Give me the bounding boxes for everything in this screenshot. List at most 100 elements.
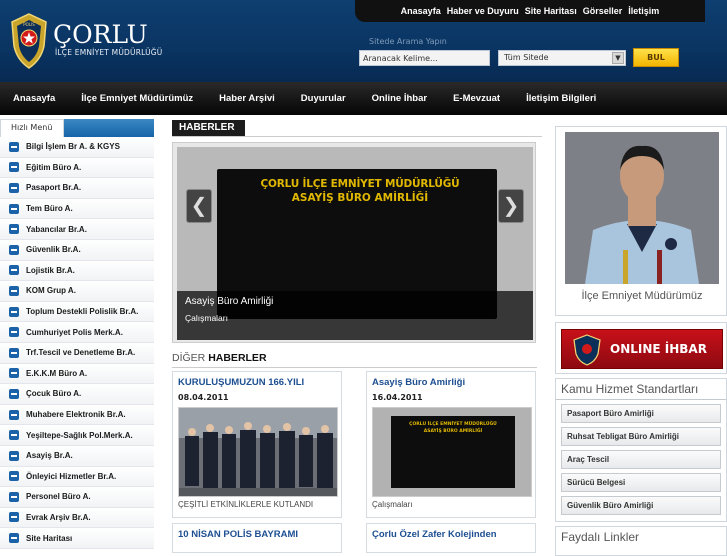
sidebar-item[interactable]: Lojistik Br.A. xyxy=(0,260,154,282)
news-card-title[interactable]: 10 NİSAN POLİS BAYRAMI xyxy=(178,529,298,540)
minus-square-icon[interactable] xyxy=(9,244,19,255)
news-card[interactable]: KURULUŞUMUZUN 166.YILI 08.04.2011 ÇEŞİTL… xyxy=(172,371,342,518)
standards-box: Kamu Hizmet Standartları Pasaport Büro A… xyxy=(555,378,727,522)
police-badge-icon[interactable]: POLIS xyxy=(8,12,50,70)
sidebar-item[interactable]: Pasaport Br.A. xyxy=(0,178,154,199)
standards-list: Pasaport Büro Amirliği Ruhsat Tebligat Bü… xyxy=(556,404,726,515)
standards-item[interactable]: Pasaport Büro Amirliği xyxy=(561,404,721,423)
badge-text: POLIS xyxy=(23,22,35,27)
nav-news-archive[interactable]: Haber Arşivi xyxy=(219,93,275,104)
minus-square-icon[interactable] xyxy=(9,450,19,461)
news-slider[interactable]: ÇORLU İLÇE EMNİYET MÜDÜRLÜĞÜ ASAYİŞ BÜRO… xyxy=(172,142,536,343)
sidebar-item[interactable]: Toplum Destekli Polislik Br.A. xyxy=(0,301,154,323)
online-report-banner[interactable]: ONLINE İHBAR xyxy=(561,329,723,369)
quick-menu-tab[interactable]: Hızlı Menü xyxy=(0,119,64,137)
sidebar-item[interactable]: Cumhuriyet Polis Merk.A. xyxy=(0,322,154,343)
news-card-image[interactable] xyxy=(178,407,338,497)
search-scope-value: Tüm Sitede xyxy=(504,53,549,62)
topnav-gallery[interactable]: Görseller xyxy=(583,6,623,16)
sidebar-item[interactable]: Eğitim Büro A. xyxy=(0,157,154,179)
standards-item[interactable]: Araç Tescil xyxy=(561,450,721,469)
topnav-contact[interactable]: İletişim xyxy=(628,6,659,16)
minus-square-icon[interactable] xyxy=(9,533,19,544)
topnav-sitemap[interactable]: Site Haritası xyxy=(525,6,577,16)
slide-title[interactable]: Asayiş Büro Amirliği xyxy=(185,296,273,307)
minus-square-icon[interactable] xyxy=(9,347,19,358)
minus-square-icon[interactable] xyxy=(9,491,19,502)
search-button[interactable]: BUL xyxy=(633,48,679,67)
news-card-caption: Çalışmaları xyxy=(372,500,413,509)
sidebar-item-label: Personel Büro A. xyxy=(26,492,91,502)
search-input[interactable] xyxy=(359,50,490,66)
news-card[interactable]: Çorlu Özel Zafer Kolejinden xyxy=(366,523,536,553)
minus-square-icon[interactable] xyxy=(9,162,19,173)
site-title[interactable]: ÇORLU xyxy=(53,20,148,49)
standards-item[interactable]: Sürücü Belgesi xyxy=(561,473,721,492)
sidebar-item-label: Asayiş Br.A. xyxy=(26,451,73,461)
sidebar-item[interactable]: Trf.Tescil ve Denetleme Br.A. xyxy=(0,342,154,364)
news-card[interactable]: Asayiş Büro Amirliği 16.04.2011 ÇORLU İL… xyxy=(366,371,536,518)
sidebar-item[interactable]: Personel Büro A. xyxy=(0,487,154,508)
sidebar-item[interactable]: Muhabere Elektronik Br.A. xyxy=(0,404,154,426)
news-card-image[interactable]: ÇORLU İLÇE EMNİYET MÜDÜRLÜĞÜ ASAYİŞ BÜRO… xyxy=(372,407,532,497)
sidebar-item[interactable]: Tem Büro A. xyxy=(0,198,154,220)
nav-contact-info[interactable]: İletişim Bilgileri xyxy=(526,93,596,104)
minus-square-icon[interactable] xyxy=(9,203,19,214)
sidebar-item[interactable]: Bilgi İşlem Br A. & KGYS xyxy=(0,137,154,158)
minus-square-icon[interactable] xyxy=(9,388,19,399)
minus-square-icon[interactable] xyxy=(9,285,19,296)
sidebar-menu: Bilgi İşlem Br A. & KGYS Eğitim Büro A. Pa… xyxy=(0,137,154,549)
sidebar-item[interactable]: Yabancılar Br.A. xyxy=(0,219,154,240)
sidebar-item-label: KOM Grup A. xyxy=(26,286,76,296)
topnav-news[interactable]: Haber ve Duyuru xyxy=(447,6,519,16)
search-scope-select[interactable]: Tüm Sitede ▼ xyxy=(498,50,626,66)
sidebar-item[interactable]: Güvenlik Br.A. xyxy=(0,239,154,261)
topnav-home[interactable]: Anasayfa xyxy=(401,6,441,16)
news-card[interactable]: 10 NİSAN POLİS BAYRAMI xyxy=(172,523,342,553)
minus-square-icon[interactable] xyxy=(9,512,19,523)
minus-square-icon[interactable] xyxy=(9,224,19,235)
chief-photo[interactable] xyxy=(565,132,719,284)
nav-home[interactable]: Anasayfa xyxy=(13,93,55,104)
chief-caption[interactable]: İlçe Emniyet Müdürümüz xyxy=(556,290,727,302)
sidebar-item-label: Tem Büro A. xyxy=(26,204,73,214)
sidebar-item[interactable]: Evrak Arşiv Br.A. xyxy=(0,507,154,529)
sidebar-item[interactable]: KOM Grup A. xyxy=(0,281,154,302)
nav-announcements[interactable]: Duyurular xyxy=(301,93,346,104)
minus-square-icon[interactable] xyxy=(9,182,19,193)
minus-square-icon[interactable] xyxy=(9,368,19,379)
sidebar-item-label: E.K.K.M Büro A. xyxy=(26,368,88,378)
nav-chief[interactable]: İlçe Emniyet Müdürümüz xyxy=(81,93,193,104)
sidebar-item[interactable]: Asayiş Br.A. xyxy=(0,445,154,467)
news-card-date: 16.04.2011 xyxy=(372,393,423,402)
news-card-title[interactable]: Asayiş Büro Amirliği xyxy=(372,377,465,388)
news-card-title[interactable]: Çorlu Özel Zafer Kolejinden xyxy=(372,529,497,540)
standards-item[interactable]: Güvenlik Büro Amirliği xyxy=(561,496,721,515)
divider xyxy=(172,136,542,137)
links-title: Faydalı Linkler xyxy=(561,530,640,544)
next-arrow-icon[interactable]: ❯ xyxy=(498,189,524,223)
sidebar-item[interactable]: Site Haritası xyxy=(0,528,154,549)
nav-online-report[interactable]: Online İhbar xyxy=(372,93,427,104)
news-card-title[interactable]: KURULUŞUMUZUN 166.YILI xyxy=(178,377,304,388)
minus-square-icon[interactable] xyxy=(9,409,19,420)
standards-item[interactable]: Ruhsat Tebligat Büro Amirliği xyxy=(561,427,721,446)
minus-square-icon[interactable] xyxy=(9,265,19,276)
sidebar-item-label: Trf.Tescil ve Denetleme Br.A. xyxy=(26,348,136,358)
sidebar-item[interactable]: E.K.K.M Büro A. xyxy=(0,363,154,385)
minus-square-icon[interactable] xyxy=(9,327,19,338)
sidebar-item[interactable]: Yeşiltepe-Sağlık Pol.Merk.A. xyxy=(0,425,154,446)
prev-arrow-icon[interactable]: ❮ xyxy=(186,189,212,223)
sidebar-item[interactable]: Çocuk Büro A. xyxy=(0,384,154,405)
quick-menu-bar xyxy=(64,119,154,137)
minus-square-icon[interactable] xyxy=(9,471,19,482)
sidebar-item-label: Evrak Arşiv Br.A. xyxy=(26,512,91,522)
sidebar-item-label: Bilgi İşlem Br A. & KGYS xyxy=(26,142,120,152)
minus-square-icon[interactable] xyxy=(9,306,19,317)
sidebar-item[interactable]: Önleyici Hizmetler Br.A. xyxy=(0,466,154,488)
online-report-box: ONLINE İHBAR xyxy=(555,322,727,374)
minus-square-icon[interactable] xyxy=(9,430,19,441)
chevron-down-icon[interactable]: ▼ xyxy=(612,52,624,64)
minus-square-icon[interactable] xyxy=(9,141,19,152)
nav-e-legislation[interactable]: E-Mevzuat xyxy=(453,93,500,104)
